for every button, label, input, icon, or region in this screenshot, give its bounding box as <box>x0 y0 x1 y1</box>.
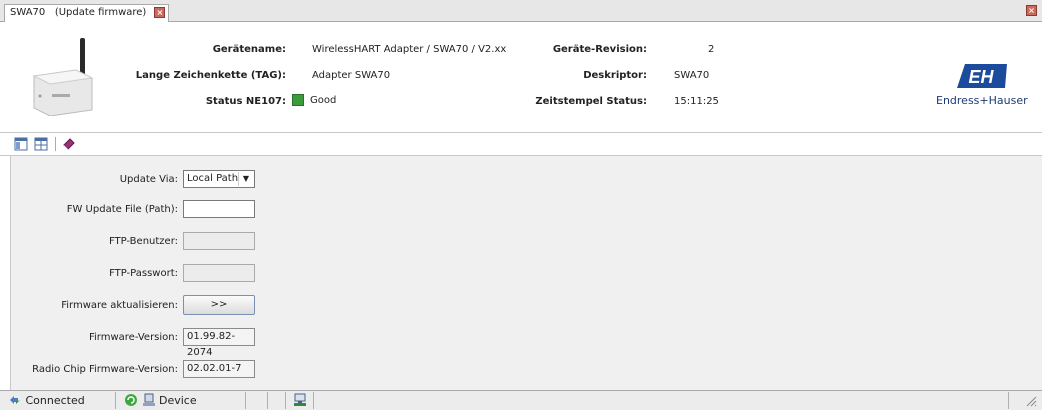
radio-fw-value: 02.02.01-7 <box>183 360 255 378</box>
device-name-label: Gerätename: <box>212 44 286 55</box>
chevron-down-icon[interactable]: ▼ <box>238 172 253 186</box>
update-via-value: Local Path <box>187 173 239 184</box>
ftp-pass-label: FTP-Passwort: <box>109 268 178 279</box>
window-close-icon[interactable]: × <box>1026 5 1037 16</box>
tab-close-icon[interactable]: × <box>154 7 166 18</box>
ftp-user-input[interactable] <box>183 232 255 250</box>
radio-fw-label: Radio Chip Firmware-Version: <box>32 364 178 375</box>
connected-icon <box>10 396 20 404</box>
status-bar: Connected Device <box>0 390 1042 410</box>
tag-value: Adapter SWA70 <box>312 70 391 81</box>
update-via-select[interactable]: Local Path ▼ <box>183 170 255 188</box>
fw-update-button[interactable]: >> <box>183 295 255 315</box>
logo-text: Endress+Hauser <box>936 94 1028 107</box>
device-computer-icon <box>142 393 155 406</box>
table-view-icon[interactable] <box>34 137 48 151</box>
fw-update-label: Firmware aktualisieren: <box>61 300 178 311</box>
device-text: Device <box>159 394 197 407</box>
ftp-user-label: FTP-Benutzer: <box>108 236 178 247</box>
status-cell-empty-2 <box>272 392 286 409</box>
status-ne107-value: Good <box>292 94 336 106</box>
resize-grip[interactable] <box>1008 392 1038 409</box>
update-via-label: Update Via: <box>119 174 178 185</box>
fw-version-value: 01.99.82-2074 <box>183 328 255 358</box>
device-header: Gerätename: WirelessHART Adapter / SWA70… <box>0 22 1042 132</box>
device-revision-value: 2 <box>708 44 715 55</box>
firmware-update-form: Update Via: Local Path ▼ FW Update File … <box>10 156 1042 390</box>
tag-label: Lange Zeichenkette (TAG): <box>135 70 286 81</box>
tab-update-firmware[interactable]: SWA70 (Update firmware) × <box>4 4 170 22</box>
fw-version-label: Firmware-Version: <box>89 332 178 343</box>
endress-hauser-logo-icon: EH <box>957 64 1007 88</box>
device-revision-label: Geräte-Revision: <box>552 44 647 55</box>
tab-strip: SWA70 (Update firmware) × × <box>0 0 1042 22</box>
tab-subtitle: (Update firmware) <box>54 7 147 18</box>
logo-mark: EH <box>968 67 994 87</box>
layout-view-icon[interactable] <box>14 137 28 151</box>
resize-grip-icon[interactable] <box>1023 393 1037 407</box>
descriptor-label: Deskriptor: <box>583 70 647 81</box>
status-cell-empty-1 <box>250 392 268 409</box>
descriptor-value: SWA70 <box>674 70 710 81</box>
status-timestamp-value: 15:11:25 <box>674 96 719 107</box>
tab-title: SWA70 <box>10 7 46 18</box>
fw-file-input[interactable] <box>183 200 255 218</box>
connection-status: Connected <box>4 392 116 409</box>
connection-text: Connected <box>25 394 85 407</box>
status-cell-network <box>290 392 314 409</box>
toolbar-separator <box>55 137 56 151</box>
device-status: Device <box>120 392 246 409</box>
refresh-icon <box>125 394 137 406</box>
network-icon <box>294 393 306 406</box>
toolbar <box>0 132 1042 156</box>
ftp-pass-input[interactable] <box>183 264 255 282</box>
fw-file-label: FW Update File (Path): <box>66 204 178 215</box>
help-book-icon[interactable] <box>62 137 76 151</box>
status-good-icon <box>292 94 304 106</box>
status-timestamp-label: Zeitstempel Status: <box>535 96 647 107</box>
device-name-value: WirelessHART Adapter / SWA70 / V2.xx <box>312 44 507 55</box>
status-ne107-label: Status NE107: <box>205 96 286 107</box>
device-image-icon <box>32 38 94 116</box>
status-text: Good <box>310 95 337 106</box>
